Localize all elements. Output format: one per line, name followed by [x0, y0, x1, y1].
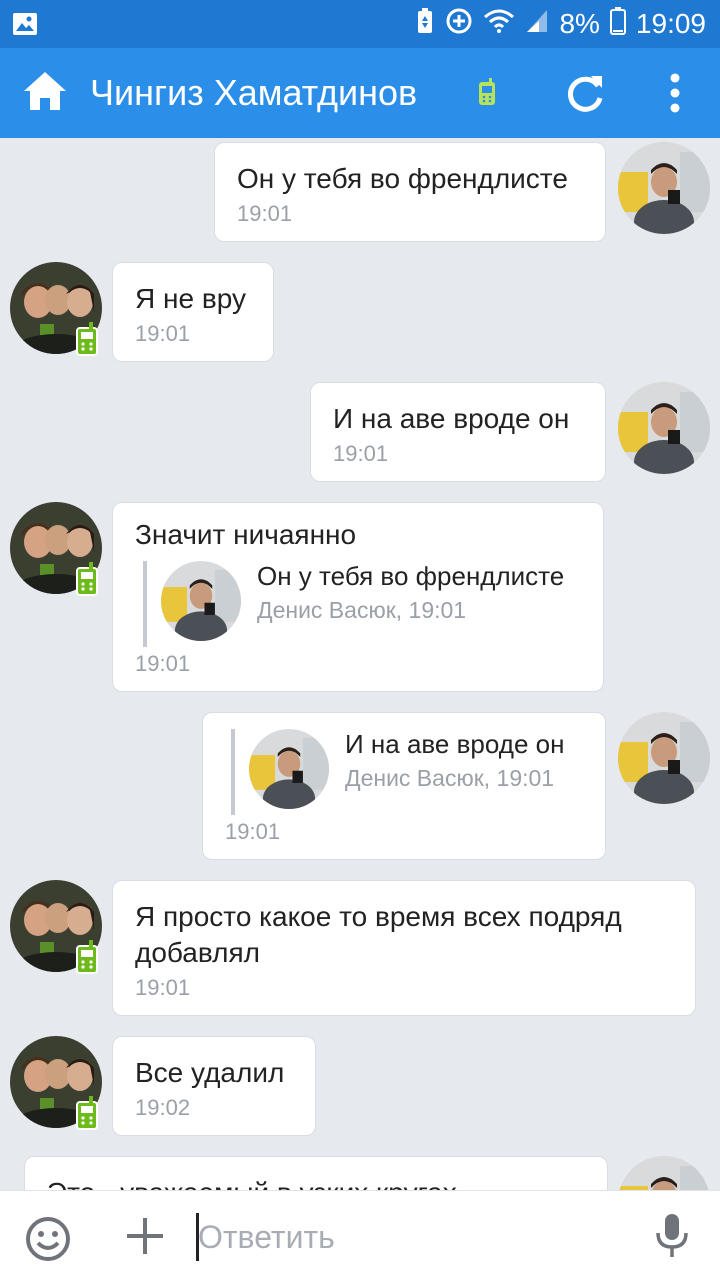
- mobile-online-icon: [76, 322, 98, 356]
- avatar[interactable]: [618, 382, 710, 474]
- message-text: Это - уважаемый в узких кругах: [47, 1175, 585, 1190]
- message-list[interactable]: Он у тебя во френдлисте 19:01 Я не вру 1…: [0, 138, 720, 1190]
- message-text: Все удалил: [135, 1057, 285, 1088]
- reply-author-time: Денис Васюк, 19:01: [257, 597, 467, 623]
- attach-plus-icon[interactable]: [124, 1215, 166, 1262]
- reply-quote[interactable]: Он у тебя во френдлисте Денис Васюк, 19:…: [143, 561, 581, 647]
- chat-title[interactable]: Чингиз Хаматдинов: [90, 70, 417, 116]
- reply-text: Он у тебя во френдлисте: [257, 561, 565, 591]
- message-time: 19:01: [135, 321, 191, 346]
- mobile-online-icon: [76, 562, 98, 596]
- message-bubble[interactable]: Я не вру 19:01: [112, 262, 274, 362]
- message-time: 19:01: [225, 819, 281, 844]
- reply-text: И на аве вроде он: [345, 729, 565, 759]
- home-icon[interactable]: [22, 70, 68, 117]
- reply-avatar: [249, 729, 329, 809]
- refresh-icon[interactable]: [564, 72, 606, 119]
- battery-percent: 8%: [559, 8, 600, 39]
- message-bubble[interactable]: Я просто какое то время всех подряд доба…: [112, 880, 696, 1016]
- battery-icon: [609, 6, 626, 42]
- emoji-icon[interactable]: [24, 1215, 72, 1268]
- message-time: 19:01: [135, 975, 191, 1000]
- status-bar: 8% 19:09: [0, 0, 720, 48]
- microphone-icon[interactable]: [654, 1213, 690, 1264]
- message-time: 19:01: [135, 651, 191, 676]
- reply-quote[interactable]: И на аве вроде он Денис Васюк, 19:01: [231, 729, 583, 815]
- gallery-icon: [12, 12, 38, 41]
- data-saver-icon: [445, 7, 473, 42]
- wifi-icon: [483, 8, 515, 41]
- reply-input[interactable]: [198, 1217, 618, 1257]
- avatar[interactable]: [618, 1156, 710, 1190]
- mobile-online-icon: [76, 940, 98, 974]
- more-vert-icon[interactable]: [660, 72, 690, 119]
- app-bar: Чингиз Хаматдинов: [0, 48, 720, 138]
- message-text: Я не вру: [135, 283, 246, 314]
- signal-icon: [525, 8, 549, 41]
- message-bubble[interactable]: Значит ничаянно Он у тебя во френдлисте …: [112, 502, 604, 692]
- message-bubble[interactable]: И на аве вроде он Денис Васюк, 19:01 19:…: [202, 712, 606, 860]
- message-text: Значит ничаянно: [135, 519, 357, 550]
- avatar[interactable]: [618, 142, 710, 234]
- message-text: Он у тебя во френдлисте: [237, 163, 568, 194]
- message-bubble[interactable]: Это - уважаемый в узких кругах: [24, 1156, 608, 1190]
- battery-saver-icon: [415, 7, 435, 41]
- message-text: Я просто какое то время всех подряд доба…: [135, 901, 622, 968]
- message-bubble[interactable]: И на аве вроде он 19:01: [310, 382, 606, 482]
- mobile-online-icon: [76, 1096, 98, 1130]
- message-bubble[interactable]: Все удалил 19:02: [112, 1036, 316, 1136]
- message-time: 19:01: [333, 441, 389, 466]
- clock: 19:09: [635, 8, 706, 39]
- reply-author-time: Денис Васюк, 19:01: [345, 765, 555, 791]
- message-bubble[interactable]: Он у тебя во френдлисте 19:01: [214, 142, 606, 242]
- message-time: 19:01: [237, 201, 293, 226]
- message-time: 19:02: [135, 1095, 191, 1120]
- composer-bar: [0, 1190, 720, 1281]
- reply-avatar: [161, 561, 241, 641]
- message-text: И на аве вроде он: [333, 403, 570, 434]
- mobile-online-icon: [478, 78, 496, 111]
- avatar[interactable]: [618, 712, 710, 804]
